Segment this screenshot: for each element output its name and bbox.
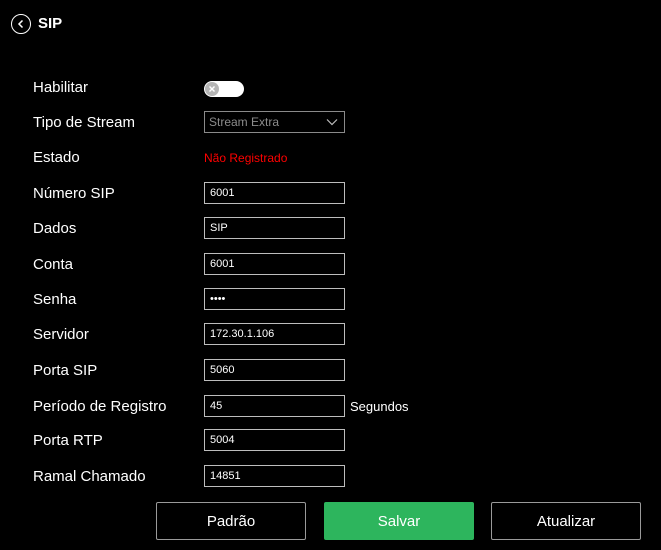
porta-sip-input[interactable]: [204, 359, 345, 381]
dados-label: Dados: [33, 220, 77, 237]
padrao-button[interactable]: Padrão: [156, 502, 306, 540]
periodo-registro-label: Período de Registro: [33, 398, 167, 415]
header: SIP: [0, 0, 661, 46]
row-conta: Conta: [0, 251, 661, 279]
row-porta-sip: Porta SIP: [0, 357, 661, 385]
senha-input[interactable]: [204, 288, 345, 310]
toggle-knob: [205, 82, 219, 96]
row-periodo-registro: Período de Registro Segundos: [0, 393, 661, 421]
estado-label: Estado: [33, 149, 80, 166]
numero-sip-input[interactable]: [204, 182, 345, 204]
periodo-registro-unit: Segundos: [350, 399, 409, 414]
servidor-input[interactable]: [204, 323, 345, 345]
habilitar-toggle[interactable]: [204, 81, 244, 97]
row-ramal-chamado: Ramal Chamado: [0, 463, 661, 491]
numero-sip-label: Número SIP: [33, 185, 115, 202]
row-senha: Senha: [0, 286, 661, 314]
habilitar-label: Habilitar: [33, 79, 89, 96]
porta-sip-label: Porta SIP: [33, 362, 98, 379]
chevron-left-icon: [17, 19, 24, 29]
estado-status: Não Registrado: [204, 151, 288, 165]
ramal-chamado-input[interactable]: [204, 465, 345, 487]
tipo-stream-label: Tipo de Stream: [33, 114, 135, 131]
back-button[interactable]: [11, 14, 31, 34]
page-title: SIP: [38, 15, 63, 32]
sip-settings-page: SIP Habilitar Tipo de Stream Stream Extr…: [0, 0, 661, 550]
tipo-stream-value: Stream Extra: [209, 115, 280, 129]
porta-rtp-input[interactable]: [204, 429, 345, 451]
tipo-stream-select[interactable]: Stream Extra: [204, 111, 345, 133]
ramal-chamado-label: Ramal Chamado: [33, 468, 146, 485]
salvar-button[interactable]: Salvar: [324, 502, 474, 540]
close-icon: [209, 86, 215, 92]
atualizar-button[interactable]: Atualizar: [491, 502, 641, 540]
periodo-registro-input[interactable]: [204, 395, 345, 417]
porta-rtp-label: Porta RTP: [33, 432, 103, 449]
row-estado: Estado Não Registrado: [0, 144, 661, 172]
conta-label: Conta: [33, 256, 74, 273]
row-porta-rtp: Porta RTP: [0, 427, 661, 455]
row-numero-sip: Número SIP: [0, 180, 661, 208]
senha-label: Senha: [33, 291, 77, 308]
row-dados: Dados: [0, 215, 661, 243]
conta-input[interactable]: [204, 253, 345, 275]
row-servidor: Servidor: [0, 321, 661, 349]
chevron-down-icon: [326, 119, 338, 126]
row-habilitar: Habilitar: [0, 74, 661, 102]
row-tipo-stream: Tipo de Stream Stream Extra: [0, 109, 661, 137]
dados-input[interactable]: [204, 217, 345, 239]
servidor-label: Servidor: [33, 326, 89, 343]
